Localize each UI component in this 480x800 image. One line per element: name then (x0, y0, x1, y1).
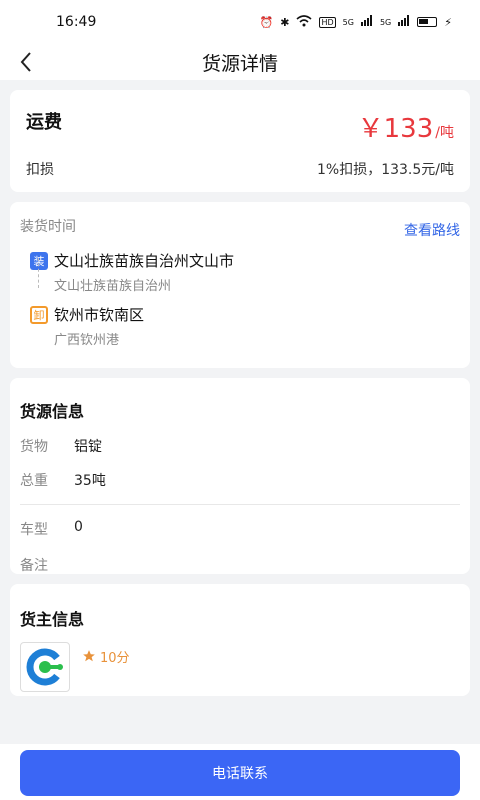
price-symbol: ￥ (357, 114, 384, 144)
cargo-row-weight: 总重 35吨 (20, 470, 460, 490)
cargo-label: 备注 (20, 558, 48, 574)
call-button[interactable]: 电话联系 (20, 750, 460, 796)
battery-icon (417, 17, 438, 27)
load-address: 文山壮族苗族自治州 (54, 279, 172, 294)
unload-city: 钦州市钦南区 (54, 306, 145, 324)
unload-badge-icon: 卸 (30, 306, 48, 324)
cargo-row-remark: 备注 (20, 555, 460, 575)
bottom-bar: 电话联系 (0, 744, 480, 800)
load-time-label: 装货时间 (20, 219, 76, 235)
status-icons: ⏰ ✱ HD 5G 5G ⚡ (259, 14, 452, 30)
signal-icon (360, 15, 373, 29)
owner-rating: 10分 (82, 647, 130, 666)
chevron-left-icon (20, 52, 31, 72)
owner-title: 货主信息 (20, 610, 85, 629)
freight-title: 运费 (26, 112, 62, 133)
signal-2-label: 5G (379, 17, 392, 27)
cargo-card: 货源信息 货物 铝锭 总重 35吨 车型 0 备注 (10, 378, 470, 574)
load-badge-icon: 装 (30, 252, 48, 270)
freight-price: ￥ 133 /吨 (358, 108, 454, 145)
loss-label: 扣损 (26, 162, 54, 178)
load-stop: 装 文山壮族苗族自治州文山市 文山壮族苗族自治州 (20, 250, 460, 294)
cargo-label: 车型 (20, 522, 48, 538)
owner-card: 货主信息 10分 (10, 584, 470, 696)
cargo-title: 货源信息 (20, 402, 85, 421)
price-amount: 133 (383, 114, 434, 144)
cargo-row-vehicle: 车型 0 (20, 519, 460, 539)
cargo-value: 铝锭 (74, 439, 102, 455)
nav-bar: 货源详情 (0, 44, 480, 80)
loss-value: 1%扣损，133.5元/吨 (316, 162, 454, 178)
back-button[interactable] (12, 48, 40, 76)
hd-badge: HD (319, 16, 336, 28)
cargo-value: 35吨 (74, 473, 106, 489)
status-bar: 16:49 ⏰ ✱ HD 5G 5G ⚡ (0, 0, 480, 44)
cargo-value: 0 (74, 519, 83, 535)
bluetooth-icon: ✱ (280, 15, 290, 29)
page-title: 货源详情 (201, 52, 278, 75)
unload-address: 广西钦州港 (54, 333, 120, 348)
wifi-icon (296, 14, 313, 30)
cargo-label: 总重 (20, 473, 48, 489)
signal-1-label: 5G (342, 17, 354, 27)
owner-avatar[interactable] (20, 642, 70, 692)
rating-value: 10分 (100, 650, 130, 666)
signal-icon-2 (398, 15, 410, 29)
divider (20, 504, 460, 505)
price-unit: /吨 (435, 125, 454, 141)
view-route-link[interactable]: 查看路线 (404, 220, 460, 240)
cargo-row-goods: 货物 铝锭 (20, 436, 460, 456)
status-time: 16:49 (56, 14, 97, 30)
company-logo-icon (26, 648, 63, 686)
route-connector (38, 258, 39, 288)
alarm-icon: ⏰ (259, 15, 274, 29)
charging-icon: ⚡ (444, 15, 452, 29)
cargo-label: 货物 (20, 439, 48, 455)
star-icon (83, 650, 95, 662)
freight-card: 运费 ￥ 133 /吨 扣损 1%扣损，133.5元/吨 (10, 90, 470, 192)
unload-stop: 卸 钦州市钦南区 广西钦州港 (20, 304, 460, 348)
load-city: 文山壮族苗族自治州文山市 (54, 252, 235, 270)
route-card: 装货时间 查看路线 装 文山壮族苗族自治州文山市 文山壮族苗族自治州 卸 钦州市… (10, 202, 470, 368)
